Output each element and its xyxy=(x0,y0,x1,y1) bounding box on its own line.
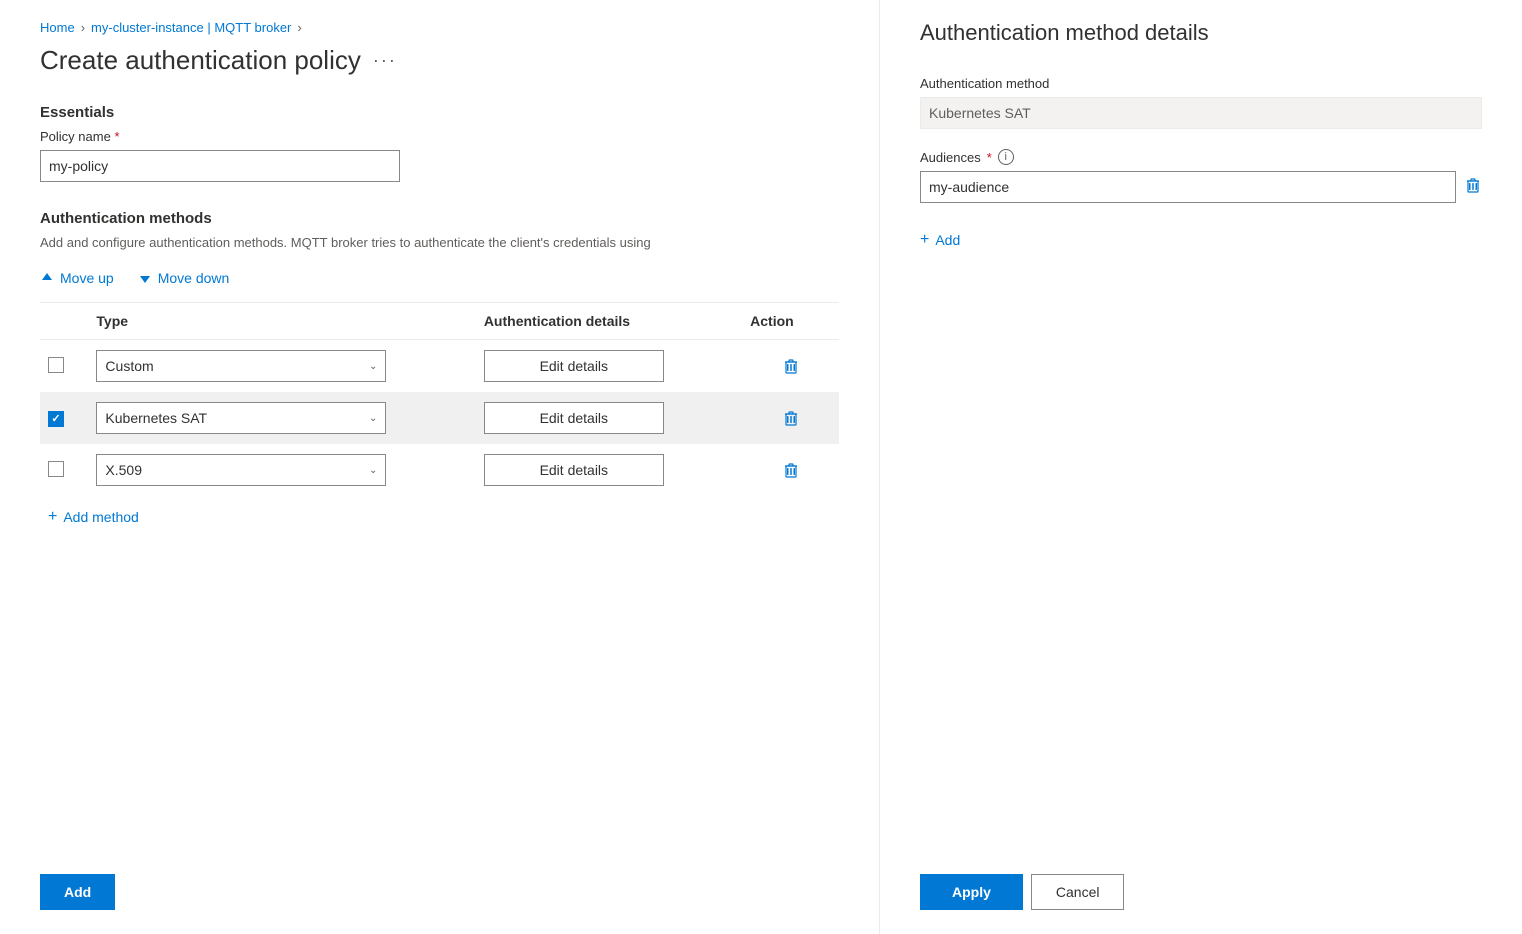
auth-methods-section-title: Authentication methods xyxy=(40,210,839,227)
move-up-button[interactable]: Move up xyxy=(40,266,114,290)
auth-methods-table: Type Authentication details Action Custo… xyxy=(40,303,839,496)
col-action: Action xyxy=(742,303,839,340)
delete-row-icon-1[interactable] xyxy=(750,409,831,427)
auth-method-value: Kubernetes SAT xyxy=(920,97,1482,129)
bottom-actions: Add xyxy=(40,874,115,910)
row-checkbox-2[interactable] xyxy=(48,461,64,477)
col-auth-details: Authentication details xyxy=(476,303,742,340)
delete-row-icon-2[interactable] xyxy=(750,461,831,479)
delete-row-icon-0[interactable] xyxy=(750,357,831,375)
table-row: Kubernetes SAT⌄ Edit details xyxy=(40,392,839,444)
type-dropdown-0[interactable]: Custom⌄ xyxy=(96,350,386,382)
essentials-section-title: Essentials xyxy=(40,104,839,121)
chevron-down-icon: ⌄ xyxy=(369,465,377,476)
breadcrumb-home[interactable]: Home xyxy=(40,20,75,35)
edit-details-button-0[interactable]: Edit details xyxy=(484,350,664,382)
page-title: Create authentication policy xyxy=(40,45,361,76)
left-panel: Home › my-cluster-instance | MQTT broker… xyxy=(0,0,880,934)
add-audience-button[interactable]: + Add xyxy=(920,223,960,257)
auth-method-field-group: Authentication method Kubernetes SAT xyxy=(920,76,1482,129)
add-method-button[interactable]: + Add method xyxy=(40,496,147,538)
chevron-down-icon: ⌄ xyxy=(369,361,377,372)
move-down-button[interactable]: Move down xyxy=(138,266,230,290)
chevron-down-icon: ⌄ xyxy=(369,413,377,424)
audiences-info-icon[interactable]: i xyxy=(998,149,1014,165)
cancel-button[interactable]: Cancel xyxy=(1031,874,1125,910)
more-options-button[interactable]: ··· xyxy=(373,50,397,71)
auth-methods-description: Add and configure authentication methods… xyxy=(40,235,839,250)
type-dropdown-2[interactable]: X.509⌄ xyxy=(96,454,386,486)
auth-method-label: Authentication method xyxy=(920,76,1482,91)
move-controls: Move up Move down xyxy=(40,266,839,290)
audience-row xyxy=(920,171,1482,203)
policy-name-input[interactable] xyxy=(40,150,400,182)
audiences-field-group: Audiences * i xyxy=(920,149,1482,203)
breadcrumb-sep2: › xyxy=(297,20,301,35)
type-dropdown-1[interactable]: Kubernetes SAT⌄ xyxy=(96,402,386,434)
arrow-up-icon xyxy=(40,271,54,285)
edit-details-button-1[interactable]: Edit details xyxy=(484,402,664,434)
audience-input[interactable] xyxy=(920,171,1456,203)
right-panel: Authentication method details Authentica… xyxy=(880,0,1522,934)
table-row: X.509⌄ Edit details xyxy=(40,444,839,496)
right-panel-title: Authentication method details xyxy=(920,20,1482,46)
col-checkbox xyxy=(40,303,88,340)
page-title-row: Create authentication policy ··· xyxy=(40,45,839,76)
right-bottom-actions: Apply Cancel xyxy=(920,874,1124,910)
col-type: Type xyxy=(88,303,475,340)
policy-name-label: Policy name * xyxy=(40,129,839,144)
row-checkbox-1[interactable] xyxy=(48,411,64,427)
audiences-label: Audiences * i xyxy=(920,149,1482,165)
breadcrumb-cluster[interactable]: my-cluster-instance | MQTT broker xyxy=(91,20,291,35)
table-row: Custom⌄ Edit details xyxy=(40,340,839,393)
add-button[interactable]: Add xyxy=(40,874,115,910)
arrow-down-icon xyxy=(138,271,152,285)
breadcrumb-sep1: › xyxy=(81,20,85,35)
breadcrumb: Home › my-cluster-instance | MQTT broker… xyxy=(40,20,839,35)
add-plus-icon: + xyxy=(920,231,929,249)
audience-delete-icon[interactable] xyxy=(1464,176,1482,199)
row-checkbox-0[interactable] xyxy=(48,357,64,373)
policy-name-field-group: Policy name * xyxy=(40,129,839,182)
plus-icon: + xyxy=(48,508,57,526)
apply-button[interactable]: Apply xyxy=(920,874,1023,910)
edit-details-button-2[interactable]: Edit details xyxy=(484,454,664,486)
